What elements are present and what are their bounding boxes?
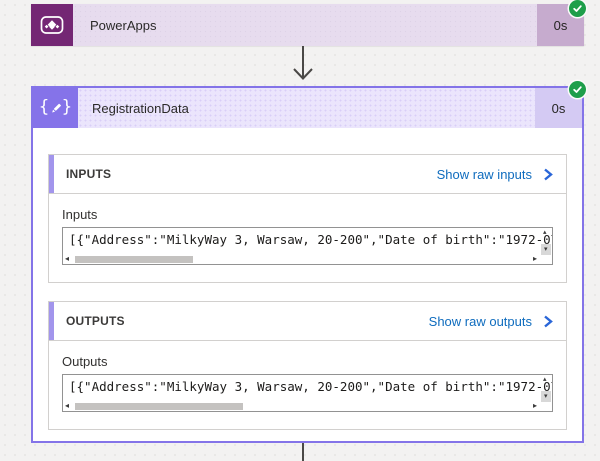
- connector-line: [302, 443, 304, 461]
- trigger-success-badge: [569, 0, 586, 17]
- inputs-panel-header: INPUTS Show raw inputs: [49, 155, 566, 194]
- outputs-panel-header: OUTPUTS Show raw outputs: [49, 302, 566, 341]
- powerapps-icon: [31, 4, 73, 46]
- action-title-area: RegistrationData: [78, 88, 535, 128]
- scroll-up-icon[interactable]: ▴: [543, 228, 547, 237]
- inputs-header-label: INPUTS: [66, 167, 112, 181]
- scroll-left-icon[interactable]: ◂: [65, 401, 69, 411]
- scrollbar-thumb[interactable]: [75, 403, 243, 410]
- action-success-badge: [569, 81, 586, 98]
- outputs-textbox[interactable]: [{"Address":"MilkyWay 3, Warsaw, 20-200"…: [62, 374, 553, 412]
- show-raw-outputs-link[interactable]: Show raw outputs: [429, 314, 532, 329]
- show-raw-inputs-link[interactable]: Show raw inputs: [437, 167, 532, 182]
- trigger-title-area: PowerApps: [73, 4, 537, 46]
- inputs-accent-bar: [49, 155, 54, 193]
- action-card-registrationdata: { } RegistrationData 0s INPUTS Show raw …: [31, 81, 586, 443]
- scroll-left-icon[interactable]: ◂: [65, 254, 69, 264]
- check-icon: [573, 86, 582, 93]
- action-body: INPUTS Show raw inputs Inputs [{"Address…: [33, 128, 582, 430]
- inputs-value: [{"Address":"MilkyWay 3, Warsaw, 20-200"…: [69, 232, 553, 247]
- inputs-content: Inputs [{"Address":"MilkyWay 3, Warsaw, …: [49, 194, 566, 282]
- action-title: RegistrationData: [92, 100, 189, 116]
- inputs-horizontal-scrollbar[interactable]: ◂ ▸: [65, 254, 537, 264]
- inputs-vertical-scrollbar[interactable]: ▴ ▾: [540, 228, 552, 255]
- trigger-card-powerapps[interactable]: PowerApps 0s: [31, 0, 586, 46]
- inputs-panel: INPUTS Show raw inputs Inputs [{"Address…: [48, 154, 567, 283]
- outputs-panel: OUTPUTS Show raw outputs Outputs [{"Addr…: [48, 301, 567, 430]
- scroll-right-icon[interactable]: ▸: [533, 254, 537, 264]
- inputs-textbox[interactable]: [{"Address":"MilkyWay 3, Warsaw, 20-200"…: [62, 227, 553, 265]
- outputs-horizontal-scrollbar[interactable]: ◂ ▸: [65, 401, 537, 411]
- connector-arrow-icon: [293, 46, 313, 80]
- outputs-header-label: OUTPUTS: [66, 314, 125, 328]
- outputs-accent-bar: [49, 302, 54, 340]
- compose-braces-pencil-icon: { }: [33, 88, 78, 128]
- chevron-right-icon[interactable]: [543, 315, 553, 328]
- outputs-value: [{"Address":"MilkyWay 3, Warsaw, 20-200"…: [69, 379, 553, 394]
- inputs-field-label: Inputs: [62, 207, 98, 222]
- outputs-field-label: Outputs: [62, 354, 108, 369]
- outputs-vertical-scrollbar[interactable]: ▴ ▾: [540, 375, 552, 402]
- outputs-content: Outputs [{"Address":"MilkyWay 3, Warsaw,…: [49, 341, 566, 429]
- trigger-title: PowerApps: [90, 17, 157, 33]
- scrollbar-thumb[interactable]: [75, 256, 193, 263]
- scroll-down-icon[interactable]: ▾: [541, 391, 551, 402]
- scroll-up-icon[interactable]: ▴: [543, 375, 547, 384]
- scroll-right-icon[interactable]: ▸: [533, 401, 537, 411]
- action-header[interactable]: { } RegistrationData 0s: [33, 88, 582, 128]
- check-icon: [573, 5, 582, 12]
- flow-run-canvas: PowerApps 0s { } RegistrationData 0s INP…: [0, 0, 600, 461]
- chevron-right-icon[interactable]: [543, 168, 553, 181]
- scroll-down-icon[interactable]: ▾: [541, 244, 551, 255]
- pencil-icon: [51, 103, 61, 112]
